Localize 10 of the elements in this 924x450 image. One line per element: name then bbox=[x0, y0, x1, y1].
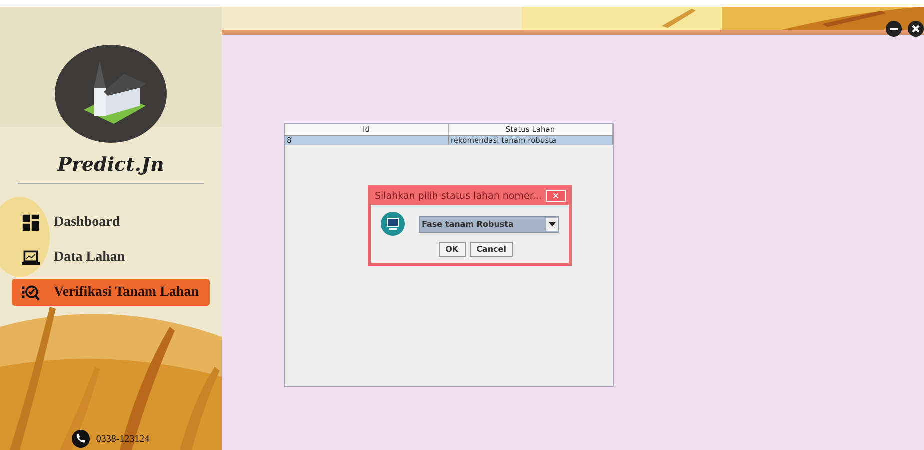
status-dropdown[interactable]: Fase tanam Robusta bbox=[419, 216, 559, 232]
monitor-icon bbox=[381, 212, 405, 236]
close-button[interactable] bbox=[546, 190, 566, 202]
caret-icon bbox=[548, 222, 556, 226]
dialog-button[interactable]: Cancel bbox=[470, 242, 514, 257]
minimize-icon[interactable] bbox=[886, 21, 902, 37]
close-icon[interactable] bbox=[908, 21, 924, 37]
dialog-button[interactable]: OK bbox=[438, 242, 466, 257]
close-icon bbox=[553, 193, 559, 199]
dialog-title: Silahkan pilih status lahan nomer... bbox=[375, 190, 542, 202]
